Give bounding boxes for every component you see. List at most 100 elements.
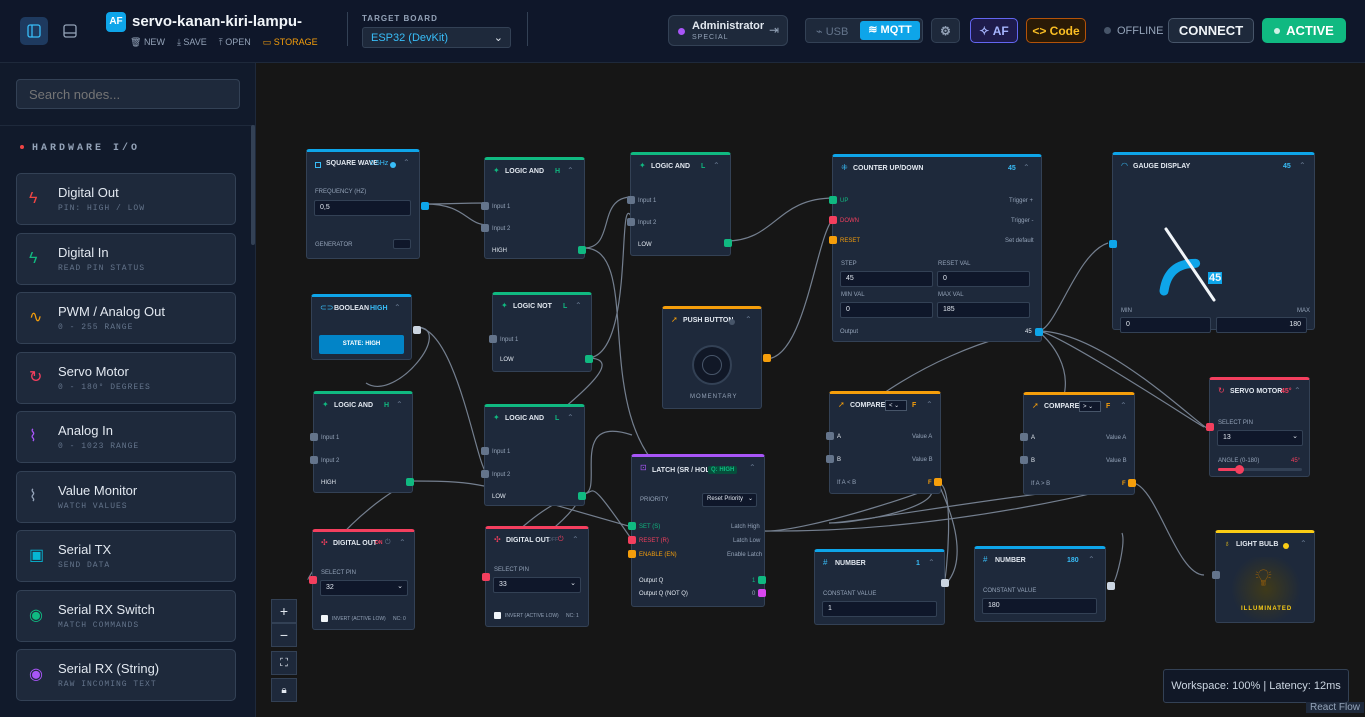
code-button[interactable]: <> Code [1026,18,1086,43]
enable-handle[interactable] [628,550,636,558]
q-output-handle[interactable] [758,576,766,584]
logic-and-node[interactable]: ✦ LOGIC AND L ⌃ Input 1 Input 2 LOW [627,152,732,256]
input-handle[interactable] [489,335,497,343]
invert-checkbox[interactable] [494,612,501,619]
angle-slider-thumb[interactable] [1235,465,1244,474]
input-handle[interactable] [481,447,489,455]
down-handle[interactable] [829,216,837,224]
number-node[interactable]: # NUMBER 180 ⌃ CONSTANT VALUE 180 [974,546,1115,622]
pin-select[interactable]: 32 ⌄ [320,580,408,596]
latch-node[interactable]: ⊡ LATCH (SR / HOLD) Q: HIGH ⌃ PRIORITY R… [628,454,766,607]
input-handle[interactable] [481,202,489,210]
output-handle[interactable] [585,355,593,363]
sidebar-scrollbar[interactable] [251,125,255,245]
collapse-icon[interactable]: ⌃ [567,166,574,175]
user-badge[interactable]: Administrator SPECIAL ⇥ [668,15,788,46]
input-handle[interactable] [627,196,635,204]
output-handle[interactable] [1107,582,1115,590]
input-handle[interactable] [481,470,489,478]
collapse-icon[interactable]: ⌃ [396,400,403,409]
sidebar-item-value-monitor[interactable]: ⌇ Value Monitor WATCH VALUES [16,470,236,523]
logic-and-node[interactable]: ✦ LOGIC AND L ⌃ Input 1 Input 2 LOW [481,404,586,506]
collapse-icon[interactable]: ⌃ [399,538,406,547]
max-value-input[interactable]: 185 [937,302,1030,318]
output-handle[interactable] [406,478,414,486]
reset-handle[interactable] [829,236,837,244]
input-handle[interactable] [1020,433,1028,441]
search-input[interactable] [16,79,240,109]
output-handle[interactable] [413,326,421,334]
collapse-icon[interactable]: ⌃ [1299,161,1306,170]
output-handle[interactable] [763,354,771,362]
output-handle[interactable] [941,579,949,587]
state-toggle-button[interactable]: STATE: HIGH [319,335,404,354]
sidebar-item-digital-out[interactable]: ϟ Digital Out PIN: HIGH / LOW [16,173,236,225]
mqtt-button[interactable]: ≋ MQTT [860,21,920,40]
gauge-min-input[interactable]: 0 [1120,317,1211,333]
lock-button[interactable]: 🔒︎ [271,678,297,702]
connect-button[interactable]: CONNECT [1168,18,1254,43]
step-input[interactable]: 45 [840,271,933,287]
output-handle[interactable] [578,492,586,500]
gauge-max-input[interactable]: 180 [1216,317,1307,333]
open-button[interactable]: ⤒ OPEN [219,37,251,48]
push-button-node[interactable]: ➚ PUSH BUTTON ⌃ MOMENTARY [662,306,771,409]
input-handle[interactable] [310,433,318,441]
sidebar-item-serial-rx-string[interactable]: ◉ Serial RX (String) RAW INCOMING TEXT [16,649,236,701]
number-node[interactable]: # NUMBER 1 ⌃ CONSTANT VALUE 1 [814,549,949,625]
usb-button[interactable]: ⌁ USB [816,25,848,38]
collapse-icon[interactable]: ⌃ [403,158,410,167]
up-handle[interactable] [829,196,837,204]
boolean-node[interactable]: ⊂⊃ BOOLEAN HIGH ⌃ STATE: HIGH [311,294,421,360]
input-handle[interactable] [1020,456,1028,464]
new-button[interactable]: 🗑︎ NEW [130,37,165,48]
save-button[interactable]: ⤓ SAVE [177,37,207,48]
react-flow-attribution[interactable]: React Flow [1306,702,1365,713]
reset-handle[interactable] [628,536,636,544]
collapse-icon[interactable]: ⌃ [394,303,401,312]
sidebar-item-servo-motor[interactable]: ↻ Servo Motor 0 - 180° DEGREES [16,351,236,404]
pin-select[interactable]: 33 ⌄ [493,577,581,593]
gauge-display-node[interactable]: ◠ GAUGE DISPLAY 45 ⌃ 45 MIN 0 MAX 180 [1109,152,1315,333]
input-handle[interactable] [310,456,318,464]
output-handle[interactable] [724,239,732,247]
operator-select[interactable]: > ⌄ [1079,401,1101,412]
active-button[interactable]: ACTIVE [1262,18,1346,43]
collapse-icon[interactable]: ⌃ [928,558,935,567]
sidebar-item-serial-tx[interactable]: ▣ Serial TX SEND DATA [16,530,236,582]
sidebar-item-pwm-analog-out[interactable]: ∿ PWM / Analog Out 0 - 255 RANGE [16,292,236,344]
output-handle[interactable] [421,202,429,210]
storage-button[interactable]: ▭ STORAGE [263,37,318,48]
logic-not-node[interactable]: ✦ LOGIC NOT L ⌃ Input 1 LOW [489,292,593,372]
digital-out-node[interactable]: ✣ DIGITAL OUT ON ⏻ ⌃ SELECT PIN 32 ⌄ INVE… [309,529,415,630]
input-handle[interactable] [826,455,834,463]
reset-value-input[interactable]: 0 [937,271,1030,287]
input-handle[interactable] [481,224,489,232]
settings-button[interactable]: ⚙ [931,18,960,43]
collapse-icon[interactable]: ⌃ [1294,386,1301,395]
momentary-button[interactable] [692,345,732,385]
input-handle[interactable] [482,573,490,581]
input-handle[interactable] [1206,423,1214,431]
constant-value-input[interactable]: 1 [822,601,937,617]
output-handle[interactable] [1035,328,1043,336]
board-select[interactable]: ESP32 (DevKit) ⌄ [362,27,511,48]
constant-value-input[interactable]: 180 [982,598,1097,614]
input-handle[interactable] [1212,571,1220,579]
collapse-icon[interactable]: ⌃ [567,413,574,422]
output-handle[interactable] [1128,479,1136,487]
priority-select[interactable]: Reset Priority ⌄ [702,493,757,507]
compare-node[interactable]: ➚ COMPARE > ⌄ F ⌃ A Value A B Value B If… [1020,392,1136,495]
panel-toggle-button[interactable] [56,17,84,45]
sidebar-item-digital-in[interactable]: ϟ Digital In READ PIN STATUS [16,232,236,285]
output-handle[interactable] [934,478,942,486]
sidebar-item-analog-in[interactable]: ⌇ Analog In 0 - 1023 RANGE [16,411,236,463]
compare-node[interactable]: ➚ COMPARE < ⌄ F ⌃ A Value A B Value B If… [826,391,942,494]
not-q-output-handle[interactable] [758,589,766,597]
af-button[interactable]: ✧ AF [970,18,1018,43]
invert-checkbox[interactable] [321,615,328,622]
logic-and-node[interactable]: ✦ LOGIC AND H ⌃ Input 1 Input 2 HIGH [310,391,414,493]
fit-view-button[interactable]: ⛶ [271,651,297,675]
servo-motor-node[interactable]: ↻ SERVO MOTOR 45° ⌃ SELECT PIN 13 ⌄ ANGLE… [1206,377,1310,477]
digital-out-node[interactable]: ✣ DIGITAL OUT OFF ⏻ ⌃ SELECT PIN 33 ⌄ INV… [482,526,589,627]
